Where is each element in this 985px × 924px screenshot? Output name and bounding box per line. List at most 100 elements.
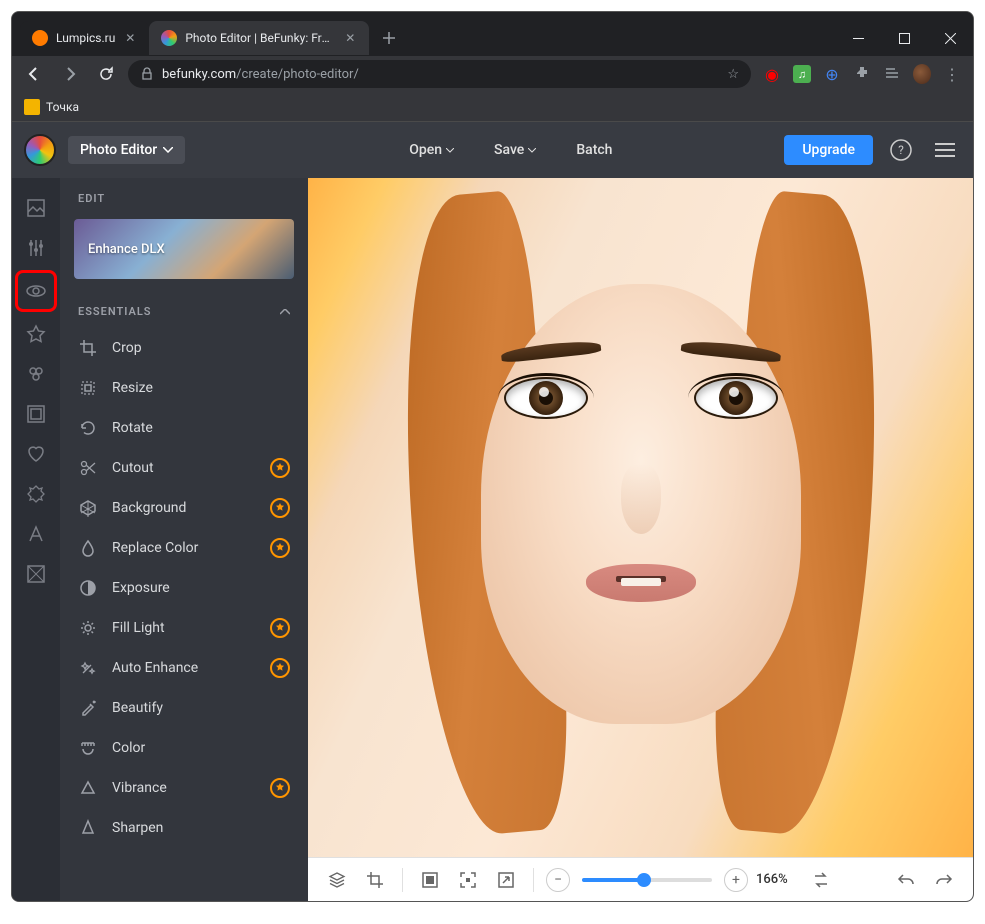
fullscreen-icon[interactable] <box>491 865 521 895</box>
star-icon[interactable]: ☆ <box>727 67 739 82</box>
premium-badge-icon <box>270 458 290 478</box>
tool-label: Vibrance <box>112 780 256 796</box>
tool-background[interactable]: Background <box>60 488 308 528</box>
save-button[interactable]: Save <box>482 136 548 164</box>
tool-resize[interactable]: Resize <box>60 368 308 408</box>
rail-effects-icon[interactable] <box>18 356 54 392</box>
extension-icon[interactable]: ◉ <box>763 65 781 83</box>
chevron-down-icon <box>446 148 454 153</box>
address-bar[interactable]: befunky.com/create/photo-editor/ ☆ <box>128 60 751 88</box>
undo-button[interactable] <box>891 865 921 895</box>
tool-replacecolor[interactable]: Replace Color <box>60 528 308 568</box>
rail-overlay-icon[interactable] <box>18 476 54 512</box>
beautify-icon <box>78 698 98 718</box>
tool-label: Resize <box>112 380 290 396</box>
bookmarks-bar: Точка <box>12 92 973 122</box>
help-button[interactable]: ? <box>885 134 917 166</box>
editor-mode-dropdown[interactable]: Photo Editor <box>68 136 185 164</box>
canvas-toolbar: − + 166% <box>308 857 973 901</box>
site-favicon <box>161 30 177 46</box>
tool-label: Background <box>112 500 256 516</box>
reload-button[interactable] <box>92 60 120 88</box>
tool-label: Color <box>112 740 290 756</box>
canvas-image[interactable] <box>308 178 973 857</box>
rotate-icon <box>78 418 98 438</box>
browser-tab[interactable]: Lumpics.ru ✕ <box>20 21 149 55</box>
hamburger-menu[interactable] <box>929 134 961 166</box>
rail-sliders-icon[interactable] <box>18 230 54 266</box>
panel-title: EDIT <box>60 178 308 219</box>
tool-sharpen[interactable]: Sharpen <box>60 808 308 848</box>
profile-avatar[interactable] <box>913 65 931 83</box>
open-button[interactable]: Open <box>397 136 466 164</box>
tab-close-icon[interactable]: ✕ <box>123 31 137 45</box>
close-button[interactable] <box>927 20 973 56</box>
tool-filllight[interactable]: Fill Light <box>60 608 308 648</box>
rail-star-icon[interactable] <box>18 316 54 352</box>
rail-text-icon[interactable] <box>18 516 54 552</box>
redo-button[interactable] <box>929 865 959 895</box>
extension-icon[interactable]: ⊕ <box>823 65 841 83</box>
tool-label: Cutout <box>112 460 256 476</box>
zoom-out-button[interactable]: − <box>546 868 570 892</box>
forward-button[interactable] <box>56 60 84 88</box>
premium-badge-icon <box>270 618 290 638</box>
app-header: Photo Editor Open Save Batch Upgrade ? <box>12 122 973 178</box>
tool-vibrance[interactable]: Vibrance <box>60 768 308 808</box>
address-bar-row: befunky.com/create/photo-editor/ ☆ ◉ ♫ ⊕… <box>12 56 973 92</box>
tool-cutout[interactable]: Cutout <box>60 448 308 488</box>
fit-icon[interactable] <box>415 865 445 895</box>
batch-button[interactable]: Batch <box>564 136 624 164</box>
extension-icon[interactable]: ♫ <box>793 65 811 83</box>
bookmark-item[interactable]: Точка <box>46 100 79 114</box>
app-logo[interactable] <box>24 134 56 166</box>
browser-tab-active[interactable]: Photo Editor | BeFunky: Free Onli ✕ <box>149 21 369 55</box>
crop-tool-icon[interactable] <box>360 865 390 895</box>
tool-autoenhance[interactable]: Auto Enhance <box>60 648 308 688</box>
zoom-in-button[interactable]: + <box>724 868 748 892</box>
rail-frames-icon[interactable] <box>18 396 54 432</box>
zoom-slider[interactable]: − + 166% <box>546 868 788 892</box>
premium-badge-icon <box>270 498 290 518</box>
rail-image-icon[interactable] <box>18 190 54 226</box>
layers-icon[interactable] <box>322 865 352 895</box>
tool-label: Auto Enhance <box>112 660 256 676</box>
upgrade-button[interactable]: Upgrade <box>784 135 873 165</box>
replacecolor-icon <box>78 538 98 558</box>
tool-label: Rotate <box>112 420 290 436</box>
resize-icon <box>78 378 98 398</box>
back-button[interactable] <box>20 60 48 88</box>
center-icon[interactable] <box>453 865 483 895</box>
extensions-icon[interactable] <box>853 65 871 83</box>
edit-panel: EDIT Enhance DLX ESSENTIALS Crop Resize Ro… <box>60 178 308 901</box>
tool-color[interactable]: Color <box>60 728 308 768</box>
tool-exposure[interactable]: Exposure <box>60 568 308 608</box>
tool-rotate[interactable]: Rotate <box>60 408 308 448</box>
rail-heart-icon[interactable] <box>18 436 54 472</box>
rail-textures-icon[interactable] <box>18 556 54 592</box>
maximize-button[interactable] <box>881 20 927 56</box>
svg-text:?: ? <box>898 143 904 157</box>
rail-touchup-icon[interactable] <box>15 270 57 312</box>
tool-label: Beautify <box>112 700 290 716</box>
section-header[interactable]: ESSENTIALS <box>60 295 308 328</box>
tool-beautify[interactable]: Beautify <box>60 688 308 728</box>
tab-close-icon[interactable]: ✕ <box>343 31 357 45</box>
crop-icon <box>78 338 98 358</box>
enhance-dlx-card[interactable]: Enhance DLX <box>74 219 294 279</box>
zoom-thumb[interactable] <box>637 873 651 887</box>
autoenhance-icon <box>78 658 98 678</box>
reading-list-icon[interactable] <box>883 65 901 83</box>
menu-icon[interactable]: ⋮ <box>943 65 961 83</box>
zoom-track[interactable] <box>582 878 712 882</box>
tool-label: Sharpen <box>112 820 290 836</box>
folder-icon <box>24 99 40 115</box>
premium-badge-icon <box>270 778 290 798</box>
minimize-button[interactable] <box>835 20 881 56</box>
new-tab-button[interactable] <box>375 24 403 52</box>
background-icon <box>78 498 98 518</box>
tool-crop[interactable]: Crop <box>60 328 308 368</box>
premium-badge-icon <box>270 658 290 678</box>
chevron-up-icon <box>280 309 290 315</box>
reset-icon[interactable] <box>806 865 836 895</box>
